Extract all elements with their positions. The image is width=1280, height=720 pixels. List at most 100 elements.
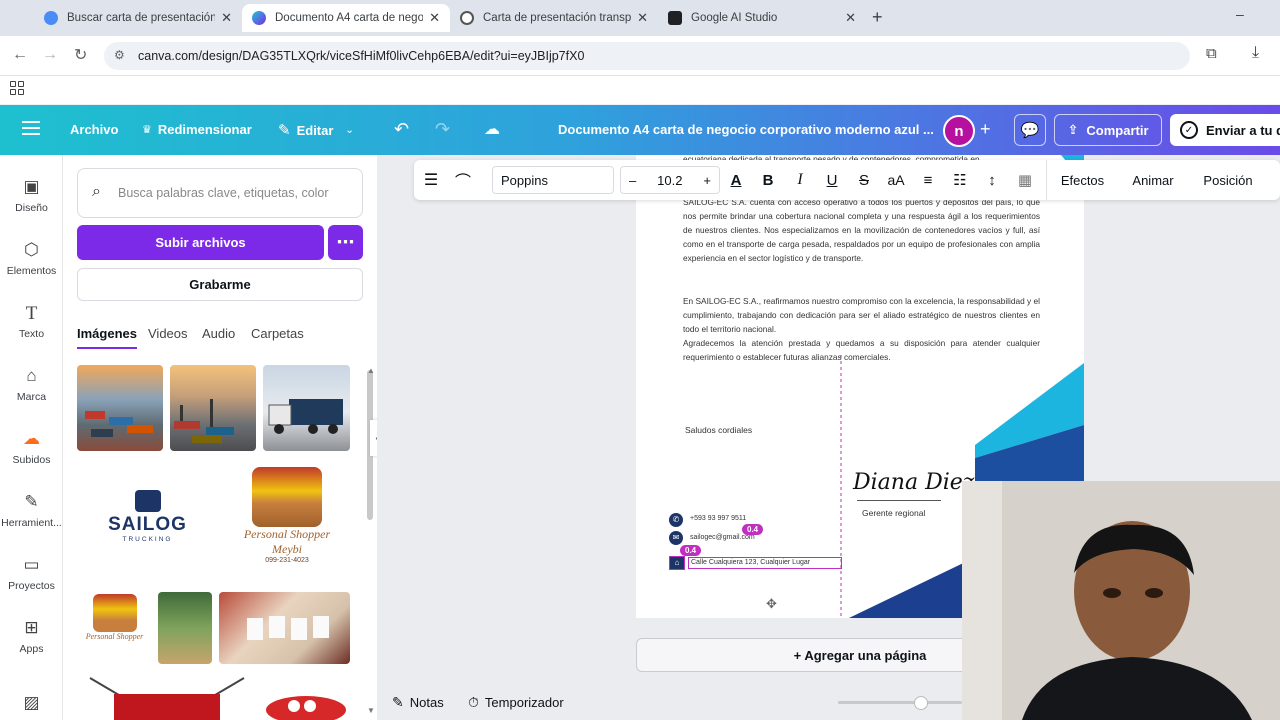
avatar[interactable]: n (943, 115, 975, 147)
redo-icon[interactable]: ↷ (435, 119, 450, 140)
zoom-slider-handle[interactable] (914, 696, 928, 710)
webcam-person-image (962, 481, 1280, 720)
send-to-print-button[interactable]: ✓ Enviar a tu d (1170, 114, 1280, 146)
animate-button[interactable]: Animar (1118, 160, 1188, 200)
undo-icon[interactable]: ↶ (394, 119, 409, 140)
decrease-size-icon[interactable]: – (629, 173, 636, 188)
image-thumbnail-cartoon-car[interactable] (262, 676, 350, 720)
scroll-up-icon[interactable]: ▲ (367, 366, 375, 375)
rail-item-magic[interactable]: ▨ (0, 693, 63, 718)
bold-icon[interactable]: B (752, 160, 784, 200)
image-thumbnail-sailog-logo[interactable]: SAILOG TRUCKING (90, 480, 205, 550)
curve-text-icon[interactable]: ⌒ (448, 160, 478, 200)
record-yourself-button[interactable]: Grabarme (77, 268, 363, 301)
phone-icon[interactable]: ✆ (669, 513, 683, 527)
rail-item-elements[interactable]: ⬡ Elementos (0, 240, 63, 277)
resize-button[interactable]: ♛ Redimensionar (142, 122, 252, 137)
url-field[interactable]: ⚙ canva.com/design/DAG35TLXQrk/viceSfHiM… (104, 42, 1190, 70)
move-handle-icon[interactable]: ✥ (766, 596, 777, 612)
image-thumbnail-car[interactable] (84, 676, 250, 720)
image-thumbnail-truck[interactable] (263, 365, 350, 451)
rail-item-design[interactable]: ▣ Diseño (0, 177, 63, 214)
close-tab-icon[interactable]: ✕ (845, 10, 856, 26)
contact-phone[interactable]: +593 93 997 9511 (690, 515, 746, 522)
close-tab-icon[interactable]: ✕ (429, 10, 440, 26)
tab-audio[interactable]: Audio (202, 326, 235, 341)
increase-size-icon[interactable]: + (703, 173, 711, 188)
back-icon[interactable]: ← (12, 46, 28, 64)
minimize-icon[interactable]: – (1236, 6, 1244, 22)
strikethrough-icon[interactable]: S (848, 160, 880, 200)
body-paragraph-3[interactable]: Agradecemos la atención prestada y queda… (683, 336, 1040, 364)
image-thumbnail-shopper-logo[interactable]: Personal Shopper Meybi 099-231-4023 (236, 465, 338, 577)
font-size-stepper[interactable]: – 10.2 + (620, 166, 720, 194)
close-tab-icon[interactable]: ✕ (637, 10, 648, 26)
download-icon[interactable]: ⤓ (1252, 44, 1259, 62)
contact-email[interactable]: sailogec@gmail.com (690, 534, 755, 541)
document-title[interactable]: Documento A4 carta de negocio corporativ… (558, 122, 934, 137)
rail-item-brand[interactable]: ⌂ Marca (0, 366, 63, 403)
rail-item-projects[interactable]: ▭ Proyectos (0, 555, 63, 592)
body-paragraph-1[interactable]: SAILOG-EC S.A. cuenta con acceso operati… (683, 195, 1040, 265)
share-button[interactable]: ⇪ Compartir (1054, 114, 1162, 146)
image-thumbnail-shopper-small[interactable]: Personal Shopper (82, 592, 147, 664)
notes-button[interactable]: ✎ Notas (392, 694, 444, 711)
reload-icon[interactable]: ↻ (74, 45, 87, 65)
forward-icon[interactable]: → (42, 46, 58, 64)
browser-tab[interactable]: Buscar carta de presentación limpia ✕ (34, 4, 242, 32)
letter-case-icon[interactable]: aA (880, 160, 912, 200)
transparency-icon[interactable]: ▦ (1008, 160, 1042, 200)
align-icon[interactable]: ≡ (912, 160, 944, 200)
file-menu-button[interactable]: Archivo (70, 122, 118, 137)
effects-button[interactable]: Efectos (1046, 160, 1118, 200)
comments-icon[interactable]: 💬 (1014, 114, 1046, 146)
edit-menu-button[interactable]: ✎ Editar ⌄ (278, 121, 354, 139)
timer-icon: ⏱ (468, 694, 479, 710)
upload-files-button[interactable]: Subir archivos (77, 225, 324, 260)
close-tab-icon[interactable]: ✕ (221, 10, 232, 26)
site-info-icon[interactable]: ⚙ (114, 48, 125, 62)
timer-button[interactable]: ⏱ Temporizador (468, 694, 564, 711)
rail-item-apps[interactable]: ⊞ Apps (0, 618, 63, 655)
new-tab-icon[interactable]: + (872, 7, 883, 28)
font-family-dropdown[interactable]: Poppins (492, 166, 614, 194)
menu-hamburger-icon[interactable] (22, 121, 40, 135)
location-icon[interactable]: ⌂ (669, 556, 685, 570)
tab-folders[interactable]: Carpetas (251, 326, 304, 341)
cloud-saved-icon[interactable]: ☁ (484, 119, 500, 139)
rail-item-uploads[interactable]: ☁ Subidos (0, 429, 63, 466)
add-collaborator-icon[interactable]: + (980, 119, 991, 140)
image-thumbnail-terminal[interactable] (170, 365, 256, 451)
spacing-icon[interactable]: ↕ (976, 160, 1008, 200)
signature[interactable]: Diana Diez (853, 470, 974, 495)
font-size-value[interactable]: 10.2 (657, 173, 682, 188)
search-input[interactable]: ⌕ Busca palabras clave, etiquetas, color (77, 168, 363, 218)
signer-role[interactable]: Gerente regional (862, 508, 925, 518)
email-icon[interactable]: ✉ (669, 531, 683, 545)
scroll-down-icon[interactable]: ▼ (367, 706, 375, 715)
contact-address-selected[interactable]: Calle Cualquiera 123, Cualquier Lugar (688, 557, 842, 569)
extensions-icon[interactable]: ⧉ (1206, 45, 1217, 62)
body-paragraph-2[interactable]: En SAILOG-EC S.A., reafirmamos nuestro c… (683, 294, 1040, 336)
more-options-icon[interactable]: ⋯ (328, 225, 363, 260)
tab-images[interactable]: Imágenes (77, 326, 137, 349)
text-edit-icon[interactable]: ☰ (414, 160, 448, 200)
apps-grid-icon[interactable] (10, 81, 24, 95)
list-icon[interactable]: ☷ (944, 160, 976, 200)
image-thumbnail-child[interactable] (158, 592, 212, 664)
shopper-name-small: Personal Shopper (85, 632, 144, 641)
browser-tab-active[interactable]: Documento A4 carta de negocio ✕ (242, 4, 450, 32)
position-button[interactable]: Posición (1188, 160, 1268, 200)
browser-tab[interactable]: Google AI Studio ✕ (658, 4, 866, 32)
italic-icon[interactable]: I (784, 160, 816, 200)
rail-item-tools[interactable]: ✎ Herramient... (0, 492, 63, 529)
closing-greeting[interactable]: Saludos cordiales (685, 425, 752, 435)
rail-item-text[interactable]: T Texto (0, 303, 63, 340)
zoom-slider[interactable] (838, 701, 962, 704)
image-thumbnail-port[interactable] (77, 365, 163, 451)
text-color-icon[interactable]: A (720, 160, 752, 200)
underline-icon[interactable]: U (816, 160, 848, 200)
image-thumbnail-products[interactable] (219, 592, 350, 664)
browser-tab[interactable]: Carta de presentación transporte ✕ (450, 4, 658, 32)
tab-videos[interactable]: Videos (148, 326, 188, 341)
